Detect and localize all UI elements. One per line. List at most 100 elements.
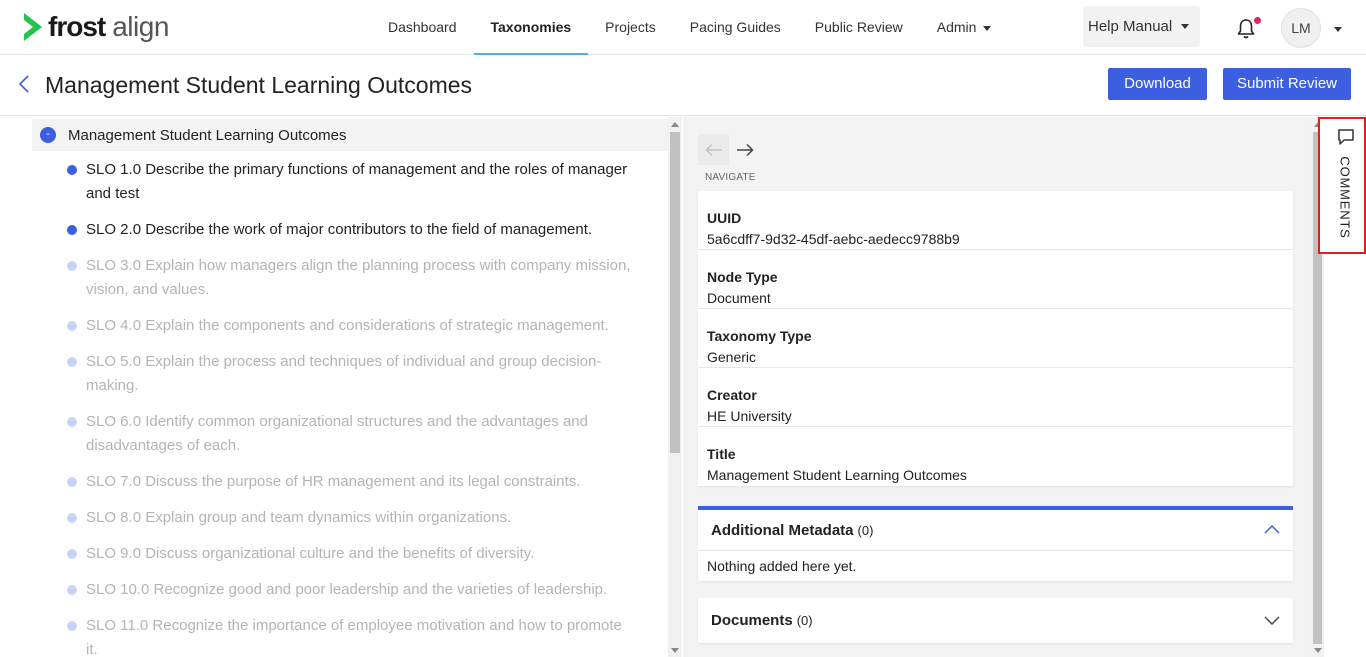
metadata-value: Generic xyxy=(707,349,757,365)
submit-review-button[interactable]: Submit Review xyxy=(1223,68,1351,100)
bullet-icon xyxy=(67,621,77,631)
taxonomy-tree: - Management Student Learning Outcomes S… xyxy=(0,117,668,657)
metadata-row-node-type: Node Type Document xyxy=(698,250,1293,309)
help-manual-label: Help Manual xyxy=(1088,18,1173,35)
bullet-icon xyxy=(67,477,77,487)
metadata-card: UUID 5a6cdff7-9d32-45df-aebc-aedecc9788b… xyxy=(698,191,1293,486)
bullet-icon xyxy=(67,549,77,559)
previous-node-button[interactable] xyxy=(698,134,729,165)
tree-scrollbar[interactable] xyxy=(668,117,682,657)
bullet-icon xyxy=(67,261,77,271)
metadata-value: Document xyxy=(707,290,771,306)
additional-metadata-section: Additional Metadata (0) Nothing added he… xyxy=(698,506,1293,581)
tree-root-node[interactable]: - Management Student Learning Outcomes xyxy=(32,119,668,151)
caret-down-icon xyxy=(1181,24,1190,29)
tree-scrollbar-thumb[interactable] xyxy=(670,132,680,453)
bell-icon[interactable] xyxy=(1236,18,1256,40)
arrow-right-icon xyxy=(736,143,754,156)
metadata-key: Node Type xyxy=(707,269,778,285)
nav-public-review[interactable]: Public Review xyxy=(798,0,920,55)
chevron-logo-icon xyxy=(24,13,42,41)
chevron-down-icon[interactable] xyxy=(1264,616,1280,626)
metadata-key: Taxonomy Type xyxy=(707,328,812,344)
nav-taxonomies[interactable]: Taxonomies xyxy=(473,0,589,55)
comments-label-wrap: COMMENTS xyxy=(1335,155,1355,239)
logo-word-align: align xyxy=(112,11,169,42)
next-node-button[interactable] xyxy=(729,134,760,165)
top-navbar: frost align Dashboard Taxonomies Project… xyxy=(0,0,1366,55)
documents-section[interactable]: Documents (0) xyxy=(698,598,1293,643)
nav-dashboard[interactable]: Dashboard xyxy=(371,0,474,55)
tree-item-label: SLO 8.0 Explain group and team dynamics … xyxy=(86,509,512,526)
scroll-up-icon[interactable] xyxy=(671,122,679,127)
metadata-row-title: Title Management Student Learning Outcom… xyxy=(698,427,1293,486)
tree-item[interactable]: SLO 3.0 Explain how managers align the p… xyxy=(66,254,636,302)
tree-item-label: SLO 5.0 Explain the process and techniqu… xyxy=(86,353,602,394)
chevron-up-icon[interactable] xyxy=(1264,524,1280,534)
tree-item-label: SLO 6.0 Identify common organizational s… xyxy=(86,413,588,454)
tree-item[interactable]: SLO 6.0 Identify common organizational s… xyxy=(66,410,636,458)
bullet-icon xyxy=(67,225,77,235)
navigate-arrows xyxy=(698,134,760,165)
scroll-down-icon[interactable] xyxy=(671,648,679,653)
nav-pacing-guides[interactable]: Pacing Guides xyxy=(673,0,798,55)
bullet-icon xyxy=(67,357,77,367)
logo-word-frost: frost xyxy=(48,11,106,42)
avatar-caret-icon[interactable] xyxy=(1334,27,1342,32)
tree-item[interactable]: SLO 8.0 Explain group and team dynamics … xyxy=(66,506,636,530)
tree-item[interactable]: SLO 5.0 Explain the process and techniqu… xyxy=(66,350,636,398)
tree-item[interactable]: SLO 11.0 Recognize the importance of emp… xyxy=(66,614,636,657)
back-chevron-icon[interactable] xyxy=(16,73,32,95)
collapse-icon[interactable]: - xyxy=(40,127,56,143)
tree-item-label: SLO 4.0 Explain the components and consi… xyxy=(86,317,609,334)
documents-count: (0) xyxy=(796,613,813,628)
download-button[interactable]: Download xyxy=(1108,68,1207,100)
documents-title: Documents xyxy=(711,612,793,629)
additional-metadata-empty: Nothing added here yet. xyxy=(707,558,857,574)
metadata-key: Creator xyxy=(707,387,757,403)
tree-item[interactable]: SLO 10.0 Recognize good and poor leaders… xyxy=(66,578,636,602)
caret-down-icon xyxy=(983,25,992,31)
tree-item[interactable]: SLO 1.0 Describe the primary functions o… xyxy=(66,158,636,206)
help-manual-dropdown[interactable]: Help Manual xyxy=(1083,6,1200,47)
tree-item-label: SLO 3.0 Explain how managers align the p… xyxy=(86,257,631,298)
tree-item-label: SLO 7.0 Discuss the purpose of HR manage… xyxy=(86,473,581,490)
comments-label: COMMENTS xyxy=(1337,155,1353,239)
tree-item-label: SLO 2.0 Describe the work of major contr… xyxy=(86,221,593,238)
tree-item[interactable]: SLO 7.0 Discuss the purpose of HR manage… xyxy=(66,470,636,494)
additional-metadata-count: (0) xyxy=(857,522,874,538)
navigate-label: NAVIGATE xyxy=(705,172,756,183)
frost-align-logo[interactable]: frost align xyxy=(22,10,169,44)
scroll-down-icon[interactable] xyxy=(1314,648,1322,653)
bullet-icon xyxy=(67,513,77,523)
bullet-icon xyxy=(67,417,77,427)
details-panel: NAVIGATE UUID 5a6cdff7-9d32-45df-aebc-ae… xyxy=(683,117,1311,657)
bullet-icon xyxy=(67,585,77,595)
comment-icon xyxy=(1338,129,1354,145)
tree-item[interactable]: SLO 4.0 Explain the components and consi… xyxy=(66,314,636,338)
arrow-left-icon xyxy=(704,143,722,156)
nav-admin-label: Admin xyxy=(936,19,977,35)
metadata-value: HE University xyxy=(707,408,792,424)
metadata-row-taxonomy-type: Taxonomy Type Generic xyxy=(698,309,1293,368)
tree-item[interactable]: SLO 2.0 Describe the work of major contr… xyxy=(66,218,636,242)
additional-metadata-header[interactable]: Additional Metadata (0) xyxy=(698,510,1293,551)
main-nav: Dashboard Taxonomies Projects Pacing Gui… xyxy=(371,0,1008,55)
bullet-icon xyxy=(67,165,77,175)
notification-badge xyxy=(1254,17,1261,24)
metadata-row-creator: Creator HE University xyxy=(698,368,1293,427)
metadata-key: Title xyxy=(707,446,736,462)
tree-item-label: SLO 11.0 Recognize the importance of emp… xyxy=(86,617,622,657)
tree-root-label: Management Student Learning Outcomes xyxy=(68,126,347,144)
metadata-row-uuid: UUID 5a6cdff7-9d32-45df-aebc-aedecc9788b… xyxy=(698,191,1293,250)
page-title: Management Student Learning Outcomes xyxy=(45,72,473,98)
metadata-value: 5a6cdff7-9d32-45df-aebc-aedecc9788b9 xyxy=(707,231,960,247)
nav-projects[interactable]: Projects xyxy=(588,0,673,55)
user-avatar[interactable]: LM xyxy=(1281,8,1321,48)
tree-item-label: SLO 1.0 Describe the primary functions o… xyxy=(86,161,628,202)
tree-item[interactable]: SLO 9.0 Discuss organizational culture a… xyxy=(66,542,636,566)
tree-children: SLO 1.0 Describe the primary functions o… xyxy=(66,158,636,657)
nav-admin[interactable]: Admin xyxy=(920,0,1009,55)
additional-metadata-title: Additional Metadata xyxy=(711,521,854,539)
comments-tab[interactable]: COMMENTS xyxy=(1318,117,1366,254)
